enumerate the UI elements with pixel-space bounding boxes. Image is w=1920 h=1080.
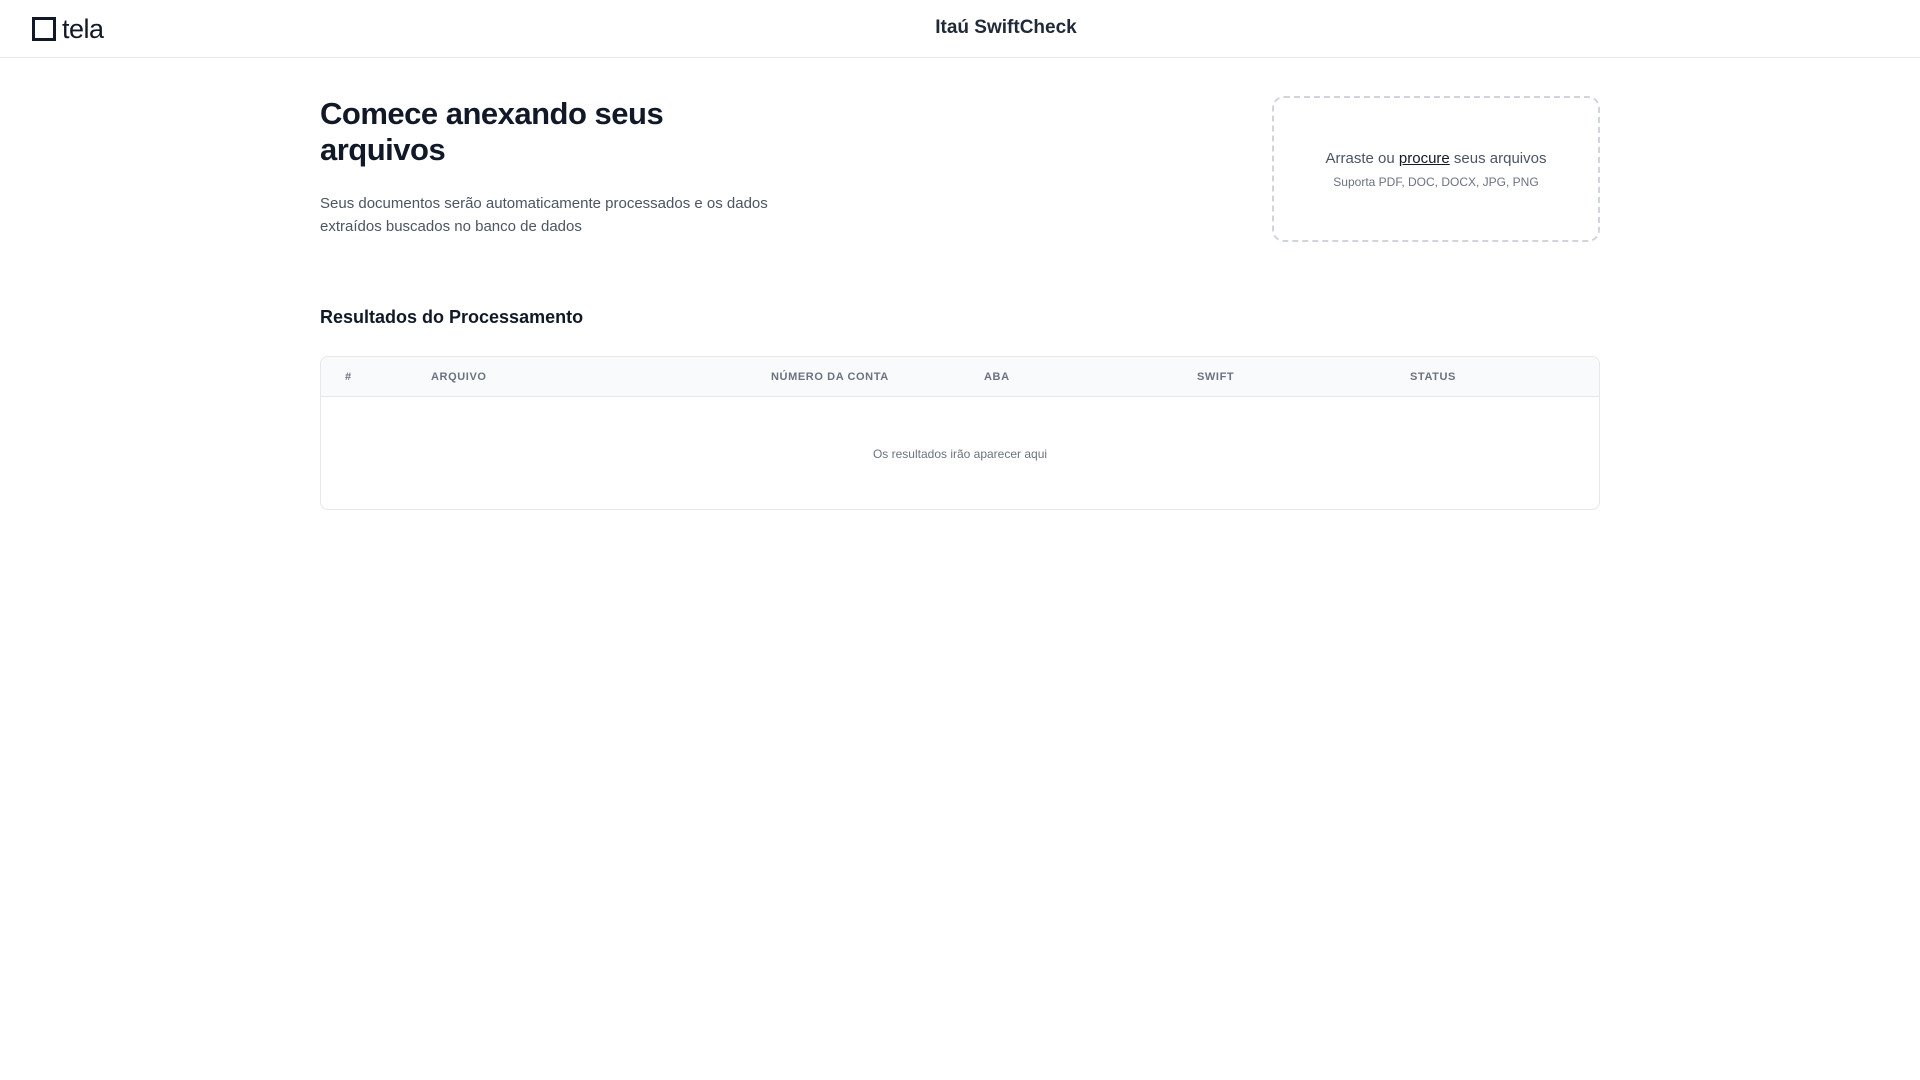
dropzone-text-before: Arraste ou: [1325, 150, 1399, 167]
file-dropzone[interactable]: Arraste ou procure seus arquivos Suporta…: [1272, 96, 1600, 242]
app-title-container: Itaú SwiftCheck: [0, 17, 1920, 39]
page-title: Comece anexando seus arquivos: [320, 96, 664, 167]
intro-section: Comece anexando seus arquivos Seus docum…: [320, 96, 790, 238]
column-header-account-number: Número da Conta: [771, 371, 889, 383]
logo-square-icon: [32, 17, 56, 41]
table-header: # Arquivo Número da Conta ABA Swift Stat…: [321, 357, 1599, 397]
logo-text: tela: [62, 14, 104, 44]
results-table: # Arquivo Número da Conta ABA Swift Stat…: [320, 356, 1600, 510]
browse-files-link[interactable]: procure: [1399, 150, 1450, 167]
supported-formats: Suporta PDF, DOC, DOCX, JPG, PNG: [1333, 175, 1539, 189]
app-title: Itaú SwiftCheck: [935, 17, 1077, 38]
column-header-index: #: [345, 371, 352, 383]
column-header-status: Status: [1410, 371, 1456, 383]
results-title: Resultados do Processamento: [320, 307, 584, 327]
column-header-aba: ABA: [984, 371, 1010, 383]
top-bar: tela Itaú SwiftCheck: [0, 0, 1920, 58]
page-description: Seus documentos serão automaticamente pr…: [320, 195, 768, 235]
column-header-swift: Swift: [1197, 371, 1235, 383]
empty-state-message: Os resultados irão aparecer aqui: [872, 447, 1048, 461]
dropzone-text-after: seus arquivos: [1449, 150, 1547, 167]
logo[interactable]: tela: [32, 15, 104, 43]
dropzone-instructions: Arraste ou procure seus arquivos: [1326, 149, 1547, 169]
column-header-file: Arquivo: [431, 371, 487, 383]
